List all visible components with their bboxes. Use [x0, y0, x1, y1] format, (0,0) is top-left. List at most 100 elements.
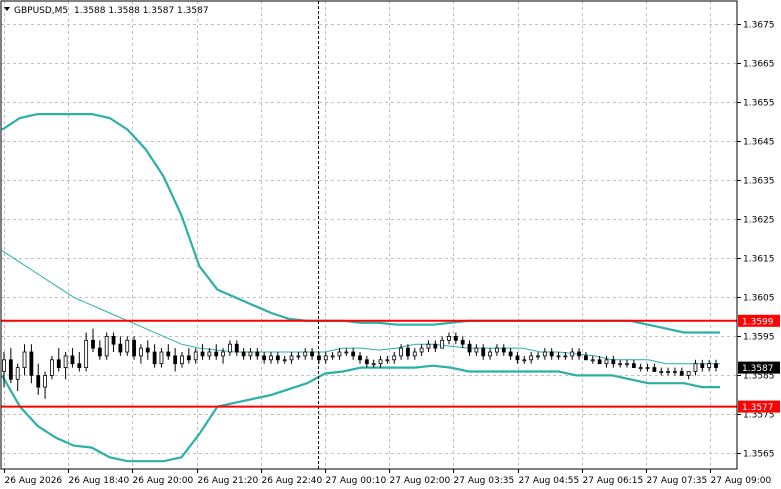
price-axis[interactable]: 1.35651.35751.35851.35951.36051.36151.36…: [737, 21, 775, 460]
upper-band-line: [1, 113, 720, 334]
candle-body: [392, 355, 397, 361]
candle-body: [111, 335, 116, 345]
candle-body: [125, 339, 130, 353]
candle: [97, 340, 102, 360]
time-axis-label: 26 Aug 20:00: [133, 476, 194, 486]
time-axis-label: 27 Aug 04:55: [519, 476, 580, 486]
chart-header: GBPUSD,M5 1.3588 1.3588 1.3587 1.3587: [4, 6, 209, 16]
candle-body: [542, 351, 547, 357]
candle-body: [43, 374, 47, 388]
candle: [474, 344, 479, 356]
candle-body: [440, 339, 445, 349]
price-chart[interactable]: 1.35651.35751.35851.35951.36051.36151.36…: [0, 0, 781, 489]
candle: [180, 352, 184, 368]
ohlc-values: 1.3588 1.3588 1.3587 1.3587: [74, 6, 209, 16]
candle-body: [241, 351, 246, 357]
candle-body: [2, 359, 6, 372]
candle-body: [152, 351, 157, 365]
candle-body: [371, 363, 376, 366]
candle: [542, 348, 547, 360]
lower-band-line: [1, 364, 720, 463]
candle: [385, 355, 390, 364]
candle-body: [275, 355, 280, 361]
candle-body: [433, 343, 438, 349]
candle: [139, 344, 143, 364]
candle: [255, 348, 260, 360]
candle: [344, 348, 349, 356]
candle-body: [488, 351, 492, 357]
candle-body: [15, 367, 20, 380]
candle: [91, 328, 95, 352]
candle-body: [412, 351, 417, 357]
candle: [453, 332, 458, 345]
candle-body: [50, 359, 54, 376]
candle: [22, 344, 27, 376]
candle: [522, 355, 527, 364]
candle-body: [166, 351, 171, 357]
candle: [159, 348, 164, 368]
candle-body: [625, 363, 629, 366]
candle: [529, 352, 534, 364]
symbol-label: GBPUSD,M5: [14, 6, 68, 16]
price-axis-label: 1.3605: [743, 294, 775, 304]
candle: [200, 344, 205, 360]
candle-body: [638, 367, 643, 370]
candle-body: [323, 355, 328, 361]
candle-body: [659, 371, 664, 373]
candle-body: [495, 347, 499, 353]
candle: [214, 344, 219, 360]
candle-body: [248, 351, 253, 357]
candle-body: [255, 351, 260, 357]
candle: [686, 371, 691, 380]
candle: [296, 352, 301, 360]
candle: [433, 340, 438, 352]
candle-body: [159, 351, 164, 365]
candle-body: [447, 335, 451, 341]
candle-body: [132, 339, 136, 357]
candle-body: [269, 355, 273, 361]
candle-body: [330, 355, 335, 358]
candle: [419, 344, 424, 356]
time-axis[interactable]: 26 Aug 2026 26 Aug 18:40 26 Aug 20:00 26 Au…: [4, 469, 772, 486]
candle-body: [8, 359, 13, 380]
candle: [186, 348, 191, 364]
candle-body: [145, 347, 150, 353]
candle-body: [611, 359, 616, 365]
candle: [234, 340, 239, 356]
candle-body: [419, 347, 424, 353]
candle: [193, 348, 198, 364]
candle-body: [22, 351, 27, 368]
candle-body: [536, 355, 540, 358]
candle-body: [91, 339, 95, 349]
candle: [152, 344, 157, 368]
candle-body: [118, 343, 123, 353]
time-axis-label: 27 Aug 00:10: [326, 476, 387, 486]
candle-body: [186, 355, 191, 361]
candle: [584, 352, 588, 361]
candle: [111, 332, 116, 352]
candle-body: [549, 351, 554, 357]
time-axis-label: 27 Aug 06:15: [583, 476, 644, 486]
candle-body: [515, 355, 520, 361]
candle-body: [36, 374, 41, 388]
candle: [673, 367, 677, 376]
candle: [351, 348, 356, 360]
candle-body: [604, 359, 609, 365]
candle-body: [618, 363, 623, 366]
candle-body: [700, 363, 705, 369]
candle-body: [686, 371, 691, 376]
candle: [248, 348, 253, 360]
time-axis-label: 27 Aug 07:35: [647, 476, 708, 486]
candle: [426, 340, 431, 352]
candle: [392, 352, 397, 364]
candle-body: [570, 351, 575, 357]
candle-body: [310, 351, 314, 357]
candle: [556, 352, 561, 360]
candle-body: [200, 351, 205, 357]
candle-body: [104, 335, 109, 357]
candle-body: [707, 363, 712, 369]
current-price-label: 1.3587: [742, 364, 774, 374]
candle-body: [597, 359, 602, 365]
price-axis-label: 1.3595: [743, 333, 775, 343]
candle-body: [652, 367, 657, 372]
